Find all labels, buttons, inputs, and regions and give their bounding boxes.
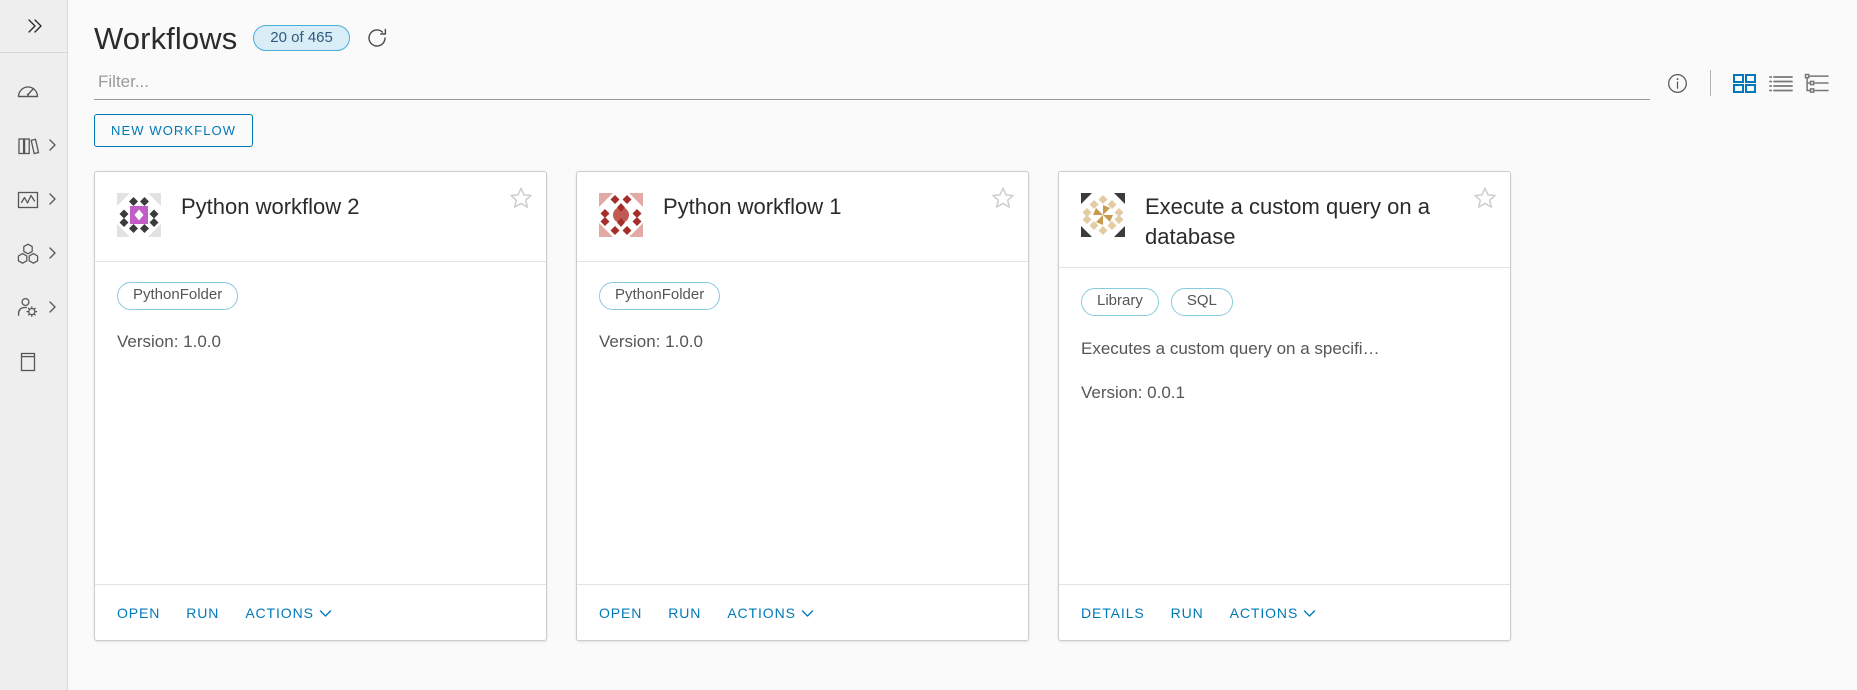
- grid-view-button[interactable]: [1731, 71, 1759, 95]
- card-footer: OPEN RUN ACTIONS: [95, 584, 546, 640]
- sidebar-item-content[interactable]: [0, 227, 67, 281]
- actions-menu-label: ACTIONS: [1229, 604, 1299, 621]
- card-tags: Library SQL: [1081, 288, 1488, 316]
- book-card-icon: [15, 349, 41, 375]
- sidebar-item-analytics[interactable]: [0, 173, 67, 227]
- chevron-right-icon: [48, 300, 57, 316]
- chevron-down-icon: [801, 606, 814, 620]
- run-action-label: RUN: [186, 604, 220, 621]
- identicon-red-icon: [599, 193, 643, 237]
- cubes-packages-icon: [15, 241, 41, 267]
- card-title: Execute a custom query on a database: [1145, 194, 1430, 249]
- dashboard-gauge-icon: [15, 79, 41, 105]
- open-action-label: OPEN: [599, 604, 643, 621]
- header-tools: [1664, 70, 1831, 100]
- open-action-label: OPEN: [117, 604, 161, 621]
- open-action[interactable]: OPEN: [599, 606, 642, 620]
- card-tags: PythonFolder: [117, 282, 524, 310]
- workflow-card[interactable]: Execute a custom query on a database Lib…: [1058, 171, 1511, 641]
- workflow-card-grid: Python workflow 2 PythonFolder Version: …: [68, 147, 1857, 641]
- open-action[interactable]: OPEN: [117, 606, 160, 620]
- sidebar-item-dashboard[interactable]: [0, 65, 67, 119]
- user-gear-icon: [15, 295, 41, 321]
- list-view-button[interactable]: [1767, 71, 1795, 95]
- actions-menu[interactable]: ACTIONS: [1230, 606, 1317, 620]
- actions-menu-label: ACTIONS: [727, 604, 796, 621]
- workflow-card[interactable]: Python workflow 2 PythonFolder Version: …: [94, 171, 547, 641]
- card-title: Python workflow 2: [181, 194, 360, 219]
- tag-chip[interactable]: SQL: [1170, 288, 1233, 316]
- workflow-card[interactable]: Python workflow 1 PythonFolder Version: …: [576, 171, 1029, 641]
- info-circle-icon[interactable]: [1664, 70, 1690, 96]
- card-title: Python workflow 1: [663, 194, 842, 219]
- run-action[interactable]: RUN: [668, 606, 701, 620]
- new-workflow-button[interactable]: NEW WORKFLOW: [94, 114, 254, 147]
- filter-row: [68, 58, 1857, 100]
- star-outline-icon[interactable]: [990, 185, 1016, 211]
- chevron-double-right-icon[interactable]: [14, 6, 54, 46]
- run-action[interactable]: RUN: [186, 606, 219, 620]
- chevron-right-icon: [48, 138, 57, 154]
- actions-menu-label: ACTIONS: [245, 604, 314, 621]
- page-title: Workflows: [94, 20, 238, 56]
- tree-view-button[interactable]: [1803, 71, 1831, 95]
- toolbar-divider: [1710, 70, 1711, 96]
- details-action[interactable]: DETAILS: [1081, 606, 1145, 620]
- card-body: PythonFolder Version: 1.0.0: [95, 262, 546, 584]
- card-version: Version: 1.0.0: [599, 331, 703, 351]
- tag-chip[interactable]: PythonFolder: [117, 282, 239, 310]
- star-outline-icon[interactable]: [1472, 185, 1498, 211]
- sidebar-nav: [0, 53, 67, 389]
- identicon-tan-icon: [1081, 193, 1125, 237]
- view-toggle: [1731, 71, 1831, 95]
- star-outline-icon[interactable]: [508, 185, 534, 211]
- card-footer: DETAILS RUN ACTIONS: [1059, 584, 1510, 640]
- card-description: Executes a custom query on a specifi…: [1081, 338, 1380, 358]
- sidebar: [0, 0, 68, 690]
- sidebar-item-catalog[interactable]: [0, 335, 67, 389]
- card-version: Version: 1.0.0: [117, 331, 221, 351]
- card-footer: OPEN RUN ACTIONS: [577, 584, 1028, 640]
- card-tags: PythonFolder: [599, 282, 1006, 310]
- card-header: Python workflow 1: [577, 172, 1028, 262]
- app-root: Workflows 20 of 465 Filter... NEW WORKFL…: [0, 0, 1857, 690]
- run-action-label: RUN: [1170, 604, 1204, 621]
- actions-menu[interactable]: ACTIONS: [727, 606, 814, 620]
- sidebar-header: [0, 0, 67, 53]
- chevron-down-icon: [1303, 606, 1316, 620]
- search-input[interactable]: [94, 68, 1650, 100]
- toolbar-row: NEW WORKFLOW: [68, 100, 1857, 147]
- sidebar-item-library[interactable]: [0, 119, 67, 173]
- details-action-label: DETAILS: [1081, 604, 1145, 621]
- library-books-icon: [15, 133, 41, 159]
- chevron-right-icon: [48, 246, 57, 262]
- tag-chip[interactable]: Library: [1081, 288, 1159, 316]
- card-header: Execute a custom query on a database: [1059, 172, 1510, 269]
- card-body: PythonFolder Version: 1.0.0: [577, 262, 1028, 584]
- page-header: Workflows 20 of 465: [68, 0, 1857, 58]
- chart-activity-icon: [15, 187, 41, 213]
- chevron-right-icon: [48, 192, 57, 208]
- card-header: Python workflow 2: [95, 172, 546, 262]
- count-badge: 20 of 465: [253, 25, 350, 51]
- identicon-purple-icon: [117, 193, 161, 237]
- actions-menu[interactable]: ACTIONS: [245, 606, 332, 620]
- run-action-label: RUN: [668, 604, 702, 621]
- run-action[interactable]: RUN: [1171, 606, 1204, 620]
- card-version: Version: 0.0.1: [1081, 382, 1185, 402]
- card-body: Library SQL Executes a custom query on a…: [1059, 268, 1510, 584]
- chevron-down-icon: [319, 606, 332, 620]
- refresh-icon[interactable]: [364, 25, 390, 51]
- tag-chip[interactable]: PythonFolder: [599, 282, 721, 310]
- main-content: Workflows 20 of 465 Filter... NEW WORKFL…: [68, 0, 1857, 690]
- sidebar-item-administration[interactable]: [0, 281, 67, 335]
